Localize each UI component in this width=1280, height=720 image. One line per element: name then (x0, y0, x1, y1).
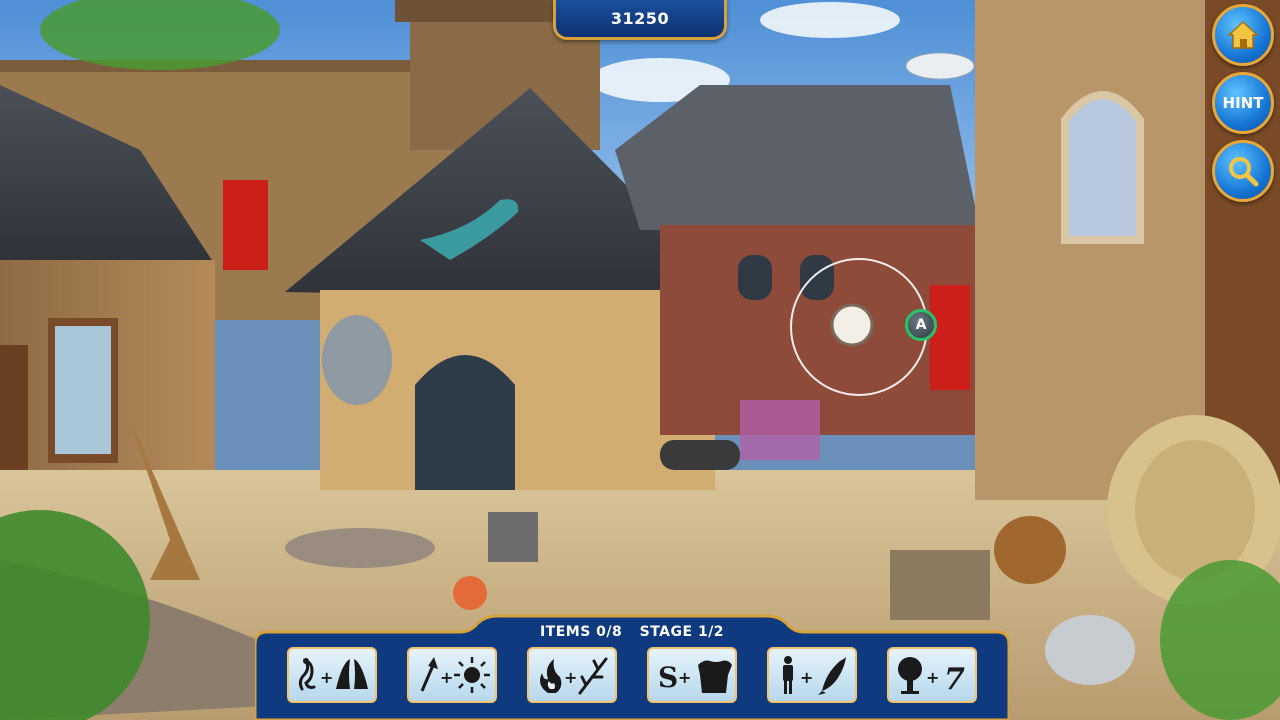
lizard-icon (298, 658, 316, 691)
airship (905, 52, 975, 80)
stage-progress: STAGE 1/2 (639, 624, 725, 640)
branch-icon (578, 657, 608, 695)
letter-s-icon: S (658, 661, 678, 694)
plus-icon: + (440, 668, 453, 687)
cannon (660, 440, 740, 470)
svg-text:+: + (320, 668, 333, 687)
person-icon (783, 656, 793, 694)
score-value: 31250 (610, 9, 670, 28)
item-slot-arrow-sun[interactable]: + (407, 647, 497, 703)
banner-red (930, 285, 970, 390)
bucket (488, 512, 538, 562)
items-progress: ITEMS 0/8 (539, 624, 623, 640)
sun-icon (454, 657, 490, 693)
wings-icon (336, 659, 368, 689)
hint-label: HINT (1222, 94, 1264, 112)
svg-text:+: + (678, 668, 691, 687)
svg-text:S: S (658, 661, 678, 694)
plus-icon: + (564, 668, 577, 687)
peach (453, 576, 487, 610)
zoom-button[interactable] (1212, 140, 1274, 202)
fish-icon (818, 657, 846, 695)
plus-icon: + (800, 668, 813, 687)
svg-text:+: + (440, 668, 453, 687)
fire-icon (540, 659, 562, 693)
plus-icon: + (320, 668, 333, 687)
item-slot-person-fish[interactable]: + (767, 647, 857, 703)
items-stage-label: ITEMS 0/8 STAGE 1/2 (255, 624, 1009, 640)
flower-pot (740, 400, 820, 460)
hint-button[interactable]: HINT (1212, 72, 1274, 134)
crate (890, 550, 990, 620)
svg-text:7: 7 (944, 662, 965, 697)
chainmail (322, 315, 392, 405)
score-panel: 31250 (553, 0, 727, 40)
cobble-circle (285, 528, 435, 568)
metal-bucket (1045, 615, 1135, 685)
home-button[interactable] (1212, 4, 1274, 66)
svg-text:+: + (926, 668, 939, 687)
item-slot-tree-seven[interactable]: + 7 (887, 647, 977, 703)
seven-icon: 7 (944, 662, 965, 697)
banner-red (223, 180, 268, 270)
barrel (994, 516, 1066, 584)
cursor-badge: A (905, 309, 937, 341)
cloud (760, 2, 900, 38)
tree-icon (898, 657, 922, 694)
pavilion-gate (415, 355, 515, 490)
house-icon (1227, 20, 1259, 49)
item-slot-fire-branch[interactable]: + (527, 647, 617, 703)
arrow-up-icon (420, 657, 438, 692)
stained-glass-window (1061, 91, 1144, 244)
magnifier-icon (1229, 157, 1259, 187)
item-panel: ITEMS 0/8 STAGE 1/2 + + + S + + + 7 (255, 614, 1009, 720)
courtyard-scene (0, 0, 1280, 720)
item-slot-s-armor[interactable]: S + (647, 647, 737, 703)
item-slot-lizard-wings[interactable]: + (287, 647, 377, 703)
chainmail-icon (698, 660, 732, 693)
plus-icon: + (678, 668, 691, 687)
plus-icon: + (926, 668, 939, 687)
svg-text:+: + (800, 668, 813, 687)
svg-text:+: + (564, 668, 577, 687)
